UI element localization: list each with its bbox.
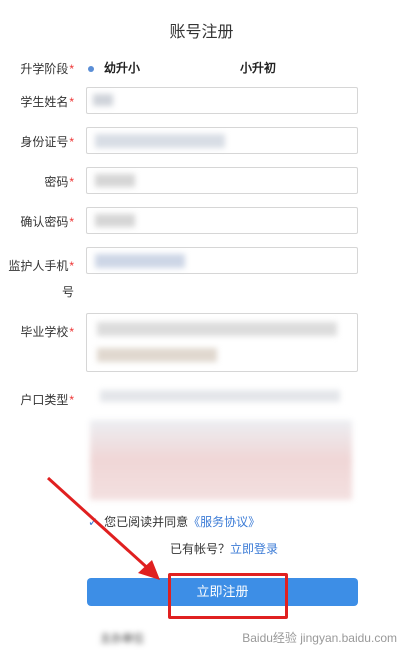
red-arrow-icon bbox=[46, 476, 160, 580]
footer-text: 主办单位 bbox=[100, 633, 144, 645]
watermark: Baidu经验 jingyan.baidu.com bbox=[242, 631, 397, 645]
